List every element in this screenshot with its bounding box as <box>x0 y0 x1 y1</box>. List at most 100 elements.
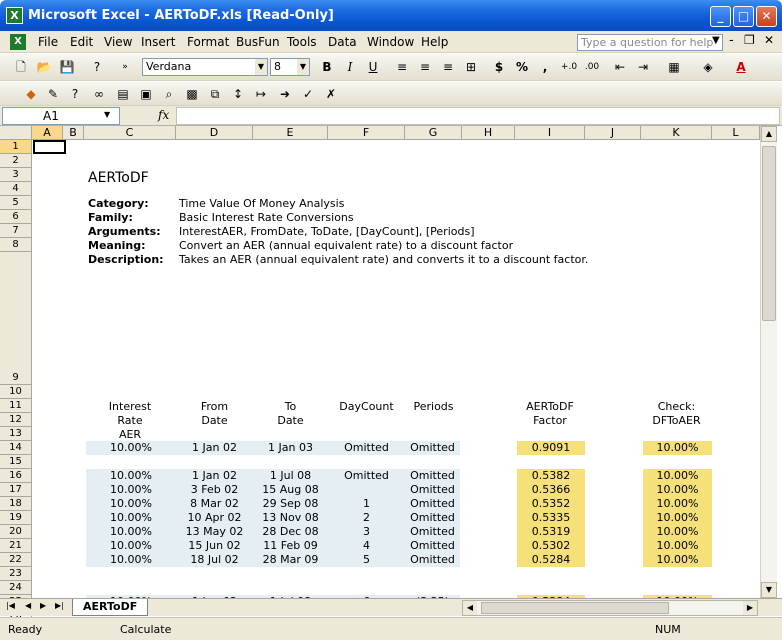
last-sheet-icon[interactable]: ▶| <box>55 601 64 610</box>
row-header-16[interactable]: 16 <box>0 469 32 483</box>
cell-rate[interactable]: 10.00% <box>86 441 176 455</box>
menu-item-window[interactable]: Window <box>367 35 414 49</box>
row-header-24[interactable]: 24 <box>0 581 32 595</box>
doc-close-icon[interactable]: ✕ <box>764 33 774 47</box>
cell-from-date[interactable]: 15 Jun 02 <box>176 539 253 553</box>
cell-rate[interactable]: 10.00% <box>86 539 176 553</box>
worksheet-grid[interactable]: AERToDF Category: Time Value Of Money Ana… <box>32 140 760 598</box>
column-header-a[interactable]: A <box>32 126 63 140</box>
menu-item-help[interactable]: Help <box>421 35 448 49</box>
decrease-indent-icon[interactable]: ⇤ <box>611 58 629 76</box>
vertical-scrollbar[interactable]: ▲ ▼ <box>760 126 777 598</box>
column-header-i[interactable]: I <box>515 126 585 140</box>
menu-item-file[interactable]: File <box>38 35 58 49</box>
cell-to-date[interactable]: 1 Jan 03 <box>253 441 328 455</box>
open-icon[interactable]: 📂 <box>35 58 53 76</box>
cell-periods[interactable]: Omitted <box>405 441 460 455</box>
row-header-22[interactable]: 22 <box>0 553 32 567</box>
cell-from-date[interactable]: 10 Apr 02 <box>176 511 253 525</box>
align-right-icon[interactable]: ≡ <box>439 58 457 76</box>
cell-rate[interactable]: 10.00% <box>86 469 176 483</box>
copy-icon[interactable]: ⧉ <box>206 85 224 103</box>
scroll-right-icon[interactable]: ▶ <box>743 601 757 615</box>
window-icon[interactable]: ▣ <box>137 85 155 103</box>
glasses-icon[interactable]: ∞ <box>90 85 108 103</box>
cell-daycount[interactable]: 5 <box>328 553 405 567</box>
cell-factor[interactable]: 0.5366 <box>517 483 585 497</box>
column-header-k[interactable]: K <box>641 126 712 140</box>
row-header-2[interactable]: 2 <box>0 154 32 168</box>
column-header-c[interactable]: C <box>84 126 176 140</box>
row-header-7[interactable]: 7 <box>0 224 32 238</box>
cell-to-date[interactable]: 28 Dec 08 <box>253 525 328 539</box>
font-color-icon[interactable]: A <box>732 58 750 76</box>
column-header-l[interactable]: L <box>712 126 760 140</box>
row-header-4[interactable]: 4 <box>0 182 32 196</box>
save-icon[interactable]: 💾 <box>58 58 76 76</box>
borders-icon[interactable]: ▦ <box>665 58 683 76</box>
cell-to-date[interactable]: 13 Nov 08 <box>253 511 328 525</box>
sort-icon[interactable]: ↕ <box>229 85 247 103</box>
font-size-select[interactable]: 8 ▼ <box>270 58 310 76</box>
cell-factor[interactable]: 0.5382 <box>517 469 585 483</box>
cell-periods[interactable]: Omitted <box>405 469 460 483</box>
cell-check[interactable]: 10.00% <box>643 525 712 539</box>
column-header-e[interactable]: E <box>253 126 328 140</box>
arrow-right-icon[interactable]: ➜ <box>276 85 294 103</box>
cell-to-date[interactable]: 1 Jul 08 <box>253 469 328 483</box>
menu-item-tools[interactable]: Tools <box>287 35 317 49</box>
row-header-23[interactable]: 23 <box>0 567 32 581</box>
currency-icon[interactable]: $ <box>490 58 508 76</box>
toolbar-options-icon[interactable]: » <box>116 58 134 76</box>
doc-minimize-icon[interactable]: - <box>729 33 734 48</box>
row-header-3[interactable]: 3 <box>0 168 32 182</box>
minimize-icon[interactable]: _ <box>710 6 731 27</box>
cell-check[interactable]: 10.00% <box>643 441 712 455</box>
row-header-13[interactable]: 13 <box>0 427 32 441</box>
row-header-11[interactable]: 11 <box>0 399 32 413</box>
workbook-icon[interactable]: X <box>10 34 26 50</box>
help-icon[interactable]: ? <box>88 58 106 76</box>
merge-center-icon[interactable]: ⊞ <box>462 58 480 76</box>
cell-factor[interactable]: 0.5319 <box>517 525 585 539</box>
row-header-10[interactable]: 10 <box>0 385 32 399</box>
cell-rate[interactable]: 10.00% <box>86 525 176 539</box>
menu-item-view[interactable]: View <box>104 35 132 49</box>
row-header-1[interactable]: 1 <box>0 140 32 154</box>
increase-indent-icon[interactable]: ⇥ <box>634 58 652 76</box>
cell-from-date[interactable]: 1 Jan 02 <box>176 441 253 455</box>
cell-from-date[interactable]: 13 May 02 <box>176 525 253 539</box>
cell-periods[interactable]: Omitted <box>405 539 460 553</box>
row-header-6[interactable]: 6 <box>0 210 32 224</box>
trace-icon[interactable]: ↦ <box>252 85 270 103</box>
cell-check[interactable]: 10.00% <box>643 553 712 567</box>
column-header-f[interactable]: F <box>328 126 405 140</box>
name-box[interactable]: A1 <box>2 107 120 125</box>
cell-periods[interactable]: Omitted <box>405 511 460 525</box>
cell-daycount[interactable]: Omitted <box>328 441 405 455</box>
row-header-12[interactable]: 12 <box>0 413 32 427</box>
edit-icon[interactable]: ✎ <box>44 85 62 103</box>
fill-color-icon[interactable]: ◈ <box>699 58 717 76</box>
menu-item-edit[interactable]: Edit <box>70 35 93 49</box>
row-header-19[interactable]: 19 <box>0 511 32 525</box>
cell-rate[interactable]: 10.00% <box>86 497 176 511</box>
menu-item-data[interactable]: Data <box>328 35 357 49</box>
row-header-9[interactable]: 9 <box>0 252 32 385</box>
cell-rate[interactable]: 10.00% <box>86 483 176 497</box>
cell-factor[interactable]: 0.5284 <box>517 553 585 567</box>
scroll-thumb[interactable] <box>762 146 776 321</box>
row-header-15[interactable]: 15 <box>0 455 32 469</box>
zoom-icon[interactable]: ⌕ <box>160 85 178 103</box>
cell-to-date[interactable]: 28 Mar 09 <box>253 553 328 567</box>
column-header-d[interactable]: D <box>176 126 253 140</box>
cell-to-date[interactable]: 15 Aug 08 <box>253 483 328 497</box>
cell-daycount[interactable]: 2 <box>328 511 405 525</box>
first-sheet-icon[interactable]: |◀ <box>6 601 15 610</box>
menu-item-insert[interactable]: Insert <box>141 35 175 49</box>
row-header-8[interactable]: 8 <box>0 238 32 252</box>
italic-icon[interactable]: I <box>341 58 359 76</box>
formula-input[interactable] <box>176 107 780 125</box>
decrease-decimal-icon[interactable]: .00 <box>583 58 601 76</box>
extend-icon[interactable]: ✗ <box>322 85 340 103</box>
